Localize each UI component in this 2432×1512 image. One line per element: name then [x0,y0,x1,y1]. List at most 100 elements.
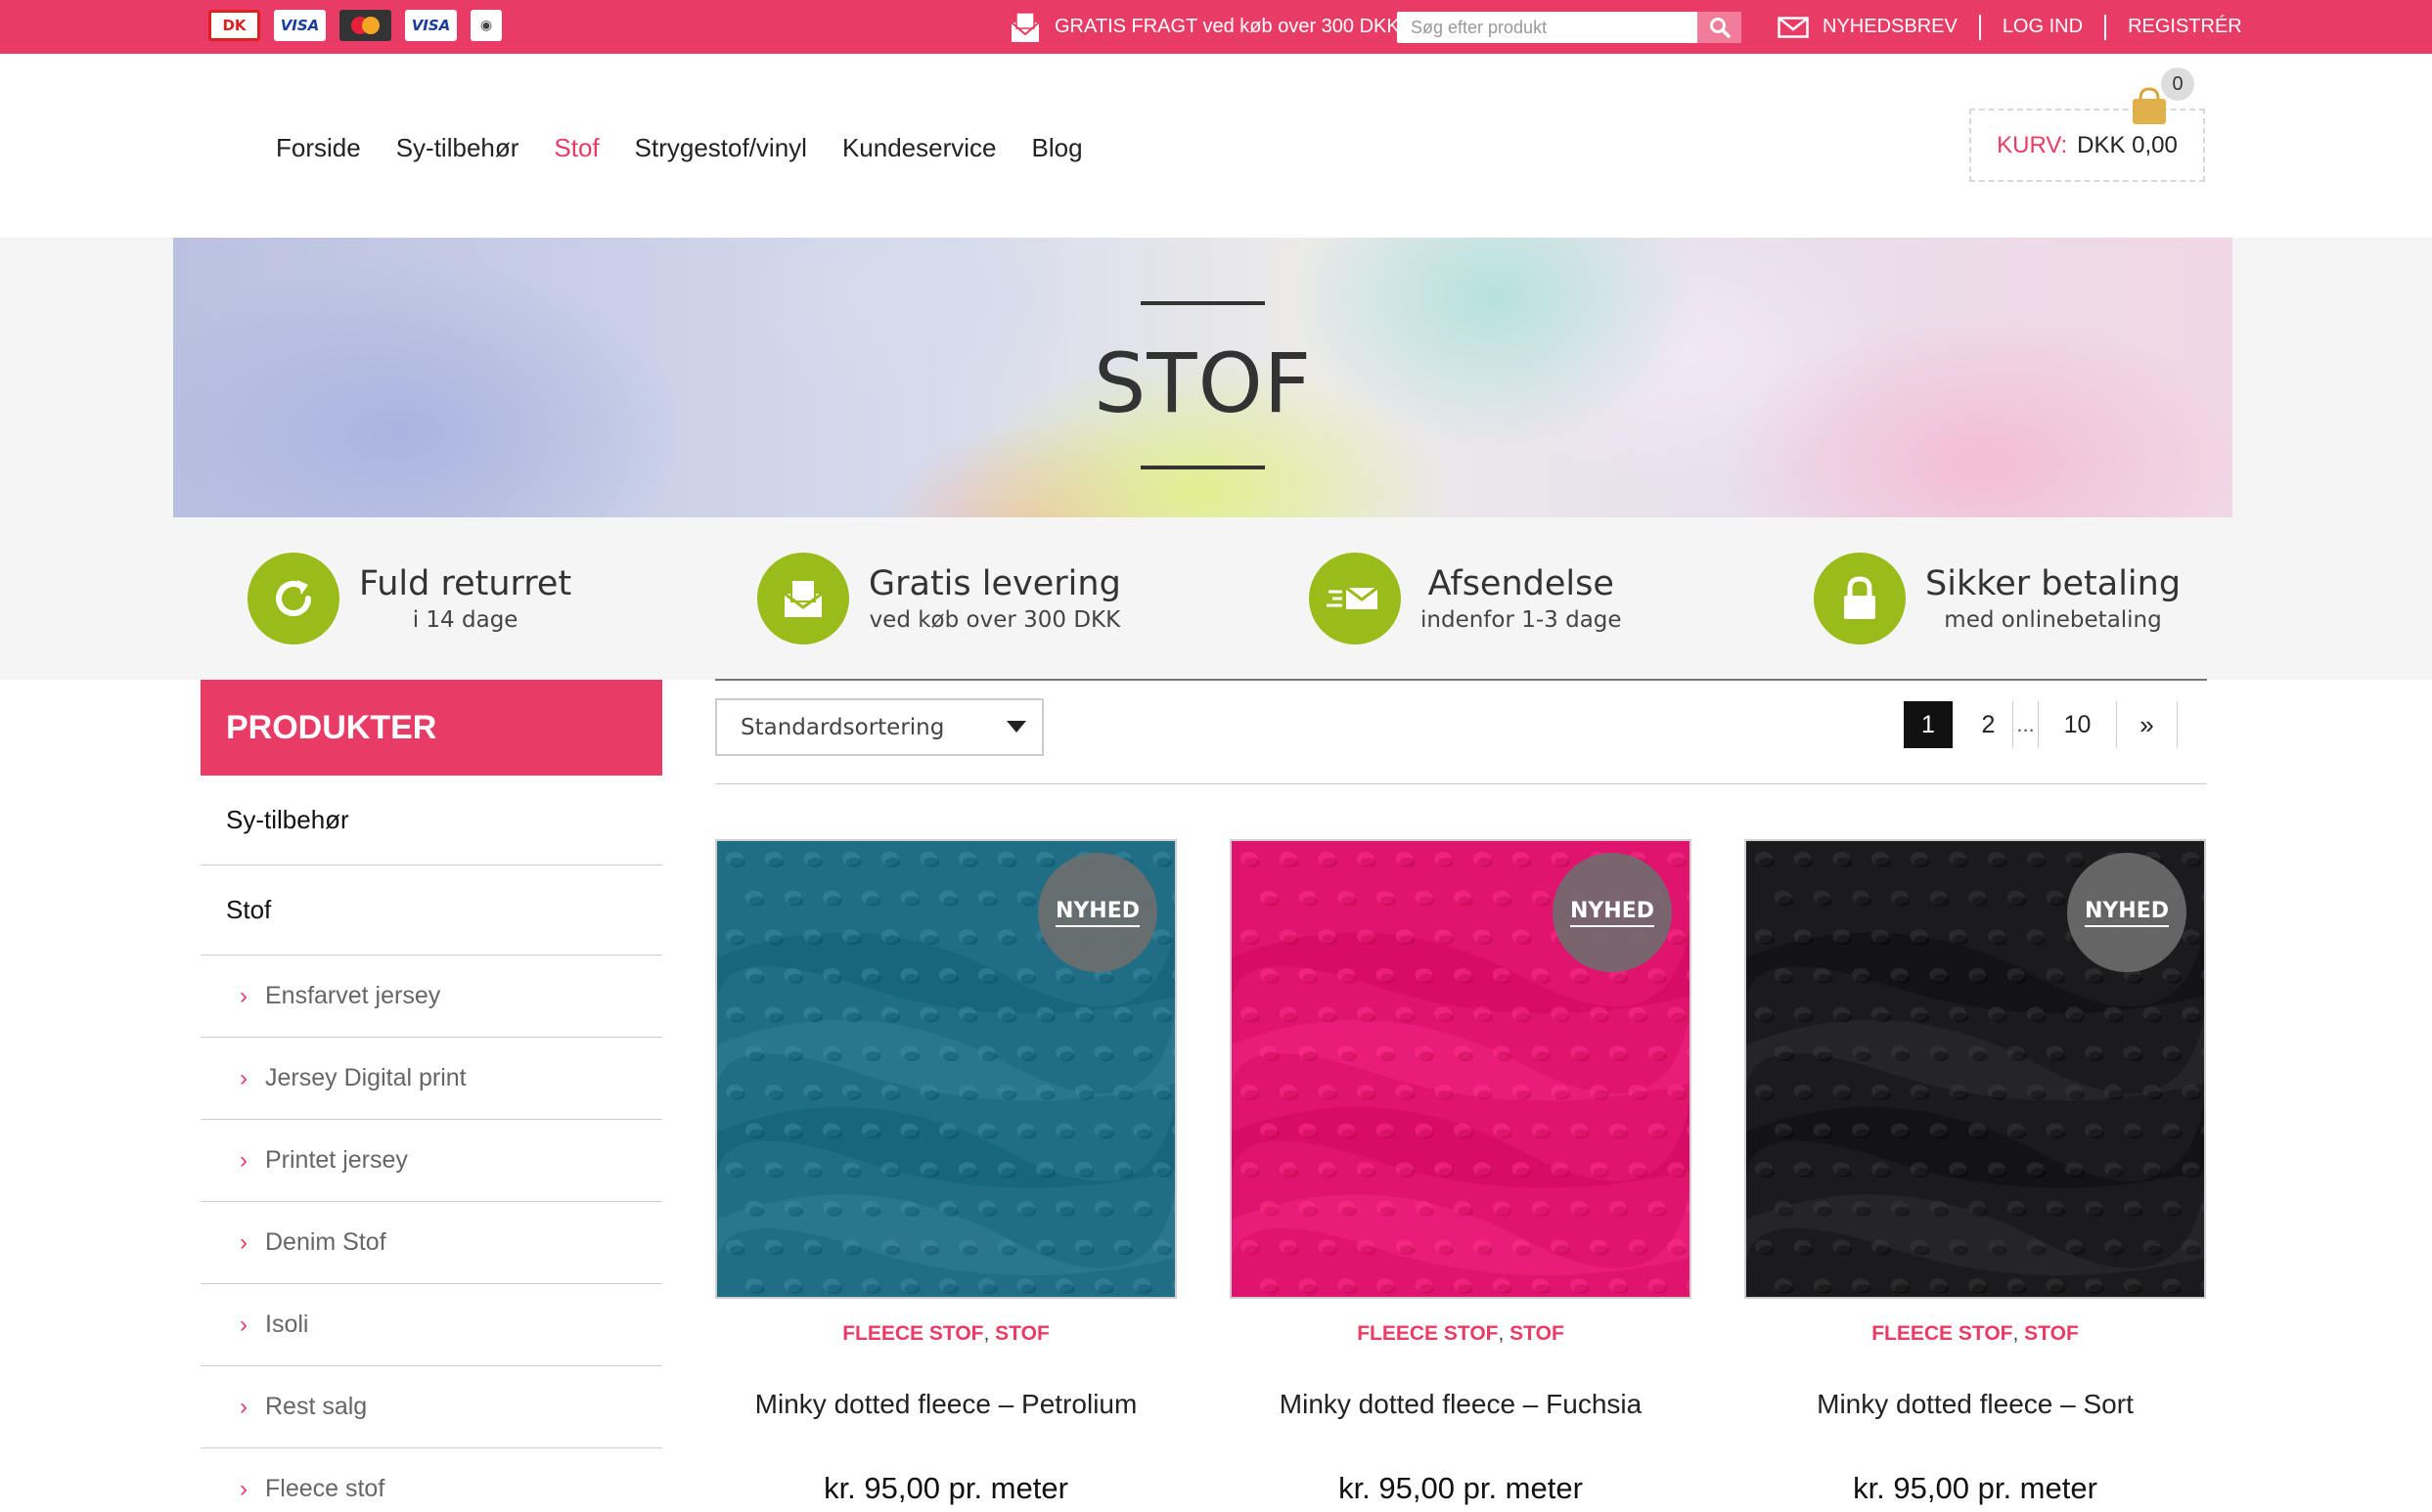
nav-item-blog[interactable]: Blog [1032,133,1083,163]
search-input[interactable] [1397,12,1697,43]
sidebar-subitem-label: Printet jersey [265,1146,408,1174]
sidebar-subitem-label: Denim Stof [265,1228,386,1256]
sort-dropdown[interactable]: Standardsortering [715,698,1044,756]
register-link[interactable]: REGISTRÉR [2106,15,2242,40]
visa-card-icon: VISA [274,10,326,41]
sidebar-item-sy-tilbehor[interactable]: Sy-tilbehør [201,776,662,866]
lock-icon [1814,553,1906,645]
fast-mail-icon [1309,553,1401,645]
mobilepay-card-icon: ◉ [471,10,502,41]
category-link[interactable]: FLEECE STOF [1357,1322,1498,1345]
sidebar-subitem-isoli[interactable]: › Isoli [201,1284,662,1366]
feature-subtitle: med onlinebetaling [1944,607,2162,633]
product-price: kr. 95,00 pr. meter [824,1471,1068,1505]
product-image[interactable]: NYHED [715,839,1177,1299]
product-card[interactable]: NYHED FLEECE STOF, STOF Minky dotted fle… [715,839,1177,1506]
sidebar-subitem-denim-stof[interactable]: › Denim Stof [201,1202,662,1284]
shipping-envelope-icon [1010,11,1041,44]
category-link[interactable]: STOF [995,1322,1050,1345]
payment-cards: DK VISA VISA ◉ [208,10,502,41]
top-bar: DK VISA VISA ◉ GRATIS FRAGT ved køb over… [0,0,2432,54]
feature-secure-payment: Sikker betaling med onlinebetaling [1814,553,2181,645]
chevron-right-icon: › [240,1311,248,1338]
product-card[interactable]: NYHED FLEECE STOF, STOF Minky dotted fle… [1744,839,2206,1506]
page-2-button[interactable]: 2 [1964,701,2013,748]
sidebar-item-stof[interactable]: Stof [201,866,662,956]
feature-returns: Fuld returret i 14 dage [248,553,571,645]
cart-amount: DKK 0,00 [2077,131,2178,158]
search-box [1397,12,1741,43]
mastercard-icon [339,10,391,41]
feature-free-delivery: Gratis levering ved køb over 300 DKK [757,553,1121,645]
login-label: LOG IND [2002,16,2084,37]
chevron-right-icon: › [240,1228,248,1256]
product-title[interactable]: Minky dotted fleece – Sort [1744,1389,2206,1420]
category-link[interactable]: STOF [1509,1322,1564,1345]
login-link[interactable]: LOG IND [1981,14,2107,40]
new-badge: NYHED [2067,853,2186,972]
feature-subtitle: ved køb over 300 DKK [869,607,1121,633]
hero-title: STOF [1093,335,1313,431]
sort-value: Standardsortering [741,714,945,740]
product-image[interactable]: NYHED [1230,839,1691,1299]
hero-top-rule [1141,301,1265,305]
sidebar-subitem-ensfarvet-jersey[interactable]: › Ensfarvet jersey [201,956,662,1038]
cart-count-badge: 0 [2161,67,2194,101]
content-divider [715,679,2207,681]
product-card[interactable]: NYHED FLEECE STOF, STOF Minky dotted fle… [1230,839,1691,1506]
feature-title: Fuld returret [359,564,572,603]
next-page-button[interactable]: » [2117,701,2178,748]
new-badge: NYHED [1038,853,1157,972]
product-title[interactable]: Minky dotted fleece – Fuchsia [1230,1389,1691,1420]
top-links: NYHEDSBREV LOG IND REGISTRÉR [1778,0,2242,54]
free-shipping-text: GRATIS FRAGT ved køb over 300 DKK [1055,16,1400,37]
sidebar-subitem-fleece-stof[interactable]: › Fleece stof [201,1448,662,1512]
sidebar-subitem-label: Fleece stof [265,1475,385,1502]
product-title[interactable]: Minky dotted fleece – Petrolium [715,1389,1177,1420]
sidebar-subitem-printet-jersey[interactable]: › Printet jersey [201,1120,662,1202]
main-nav: Forside Sy-tilbehør Stof Strygestof/viny… [276,133,1083,163]
product-categories: FLEECE STOF, STOF [1357,1322,1564,1345]
category-link[interactable]: FLEECE STOF [842,1322,983,1345]
search-icon [1709,18,1731,38]
cart-label: KURV: [1997,131,2068,158]
nav-item-kundeservice[interactable]: Kundeservice [842,133,997,163]
hero-bottom-rule [1141,466,1265,469]
free-shipping-notice: GRATIS FRAGT ved køb over 300 DKK [1010,0,1400,54]
hero-banner: STOF [173,238,2232,517]
sidebar-subitem-jersey-digital-print[interactable]: › Jersey Digital print [201,1038,662,1120]
nav-item-forside[interactable]: Forside [276,133,361,163]
pagination: 1 2 ... 10 » [1904,701,2178,748]
page-ellipsis: ... [2013,701,2039,748]
caret-down-icon [1007,721,1026,733]
nav-item-sy-tilbehor[interactable]: Sy-tilbehør [396,133,519,163]
category-link[interactable]: FLEECE STOF [1871,1322,2012,1345]
register-label: REGISTRÉR [2128,16,2242,37]
nav-item-strygestof[interactable]: Strygestof/vinyl [635,133,807,163]
envelope-icon [757,553,849,645]
feature-title: Sikker betaling [1925,564,2182,603]
chevron-right-icon: › [240,982,248,1009]
product-image[interactable]: NYHED [1744,839,2206,1299]
search-button[interactable] [1697,12,1741,43]
return-icon [248,553,339,645]
feature-subtitle: i 14 dage [412,607,518,633]
newsletter-link[interactable]: NYHEDSBREV [1778,14,1981,40]
page-10-button[interactable]: 10 [2039,701,2117,748]
chevron-right-icon: › [240,1475,248,1502]
product-sidebar: PRODUKTER Sy-tilbehør Stof › Ensfarvet je… [201,680,662,1512]
category-link[interactable]: STOF [2024,1322,2079,1345]
sidebar-subitem-label: Ensfarvet jersey [265,982,441,1009]
sidebar-subitem-label: Isoli [265,1311,309,1338]
nav-item-stof[interactable]: Stof [554,133,599,163]
toolbar-divider [715,783,2207,784]
chevron-right-icon: › [240,1064,248,1091]
feature-subtitle: indenfor 1-3 dage [1420,607,1622,633]
feature-dispatch: Afsendelse indenfor 1-3 dage [1309,553,1622,645]
chevron-right-icon: › [240,1393,248,1420]
product-price: kr. 95,00 pr. meter [1853,1471,2097,1505]
sidebar-subitem-label: Rest salg [265,1393,368,1420]
sidebar-subitem-label: Jersey Digital print [265,1064,467,1091]
page-1-button[interactable]: 1 [1904,701,1953,748]
sidebar-subitem-rest-salg[interactable]: › Rest salg [201,1366,662,1448]
